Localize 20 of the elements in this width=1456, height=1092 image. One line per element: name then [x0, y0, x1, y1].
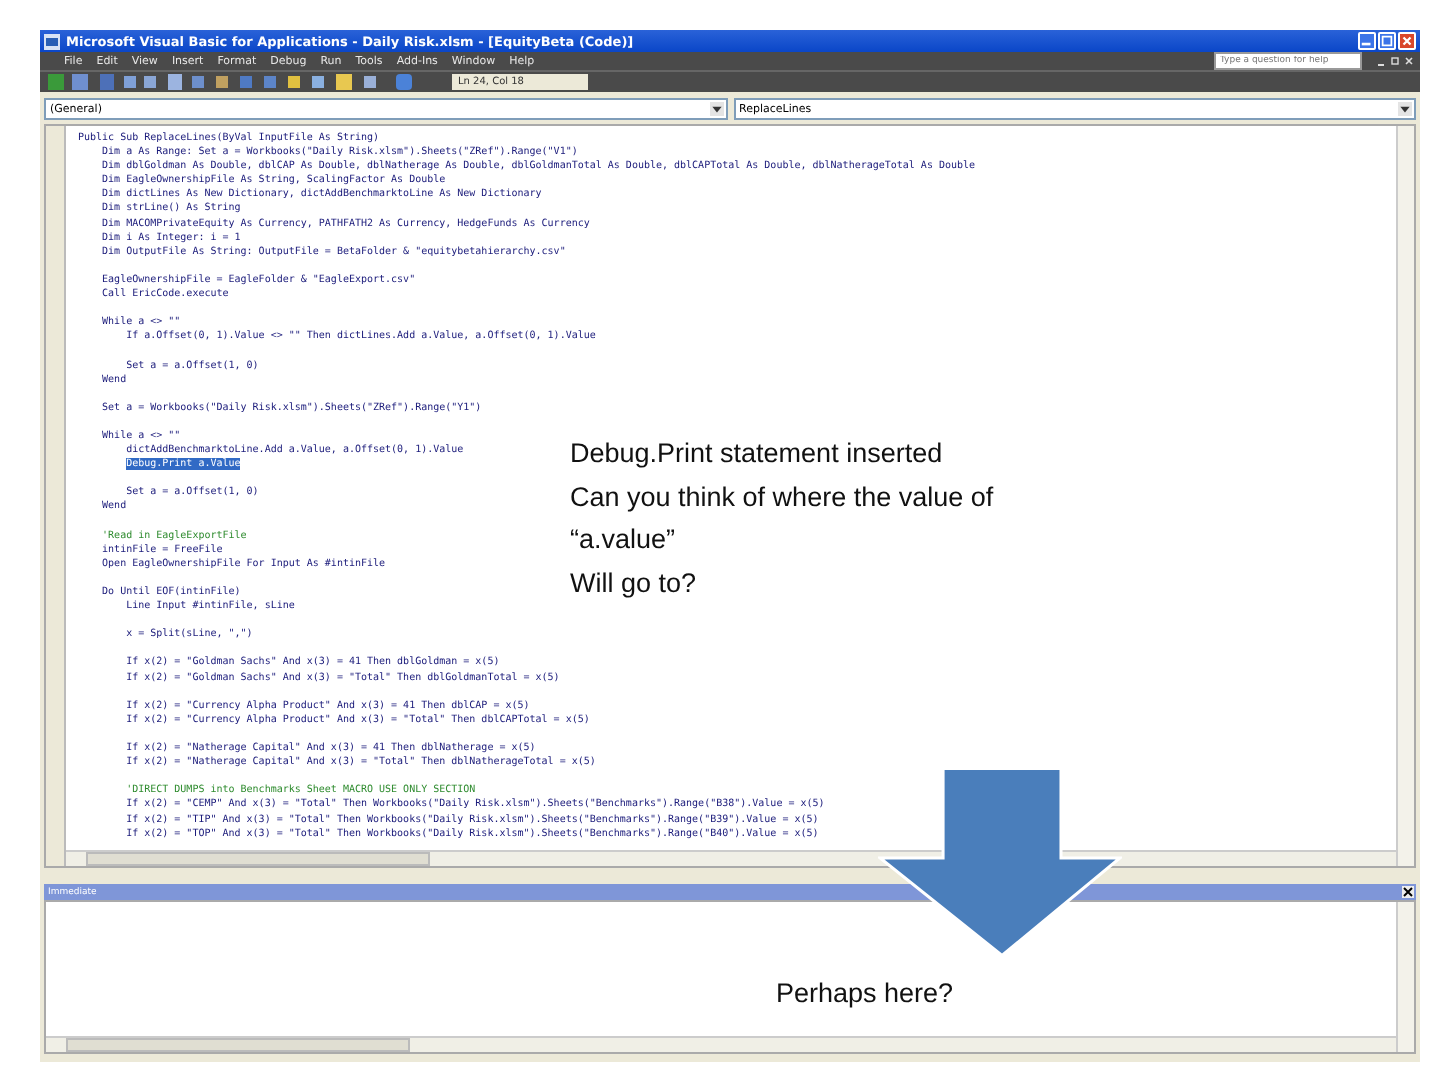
immediate-window[interactable] — [44, 900, 1416, 1054]
document-window-controls-icon — [1376, 55, 1416, 67]
horizontal-scrollbar[interactable] — [46, 1036, 1396, 1052]
dropdown-arrow-icon — [709, 102, 723, 116]
vertical-scrollbar[interactable] — [1396, 902, 1414, 1052]
minimize-button[interactable] — [1358, 32, 1376, 50]
restore-button[interactable] — [1378, 32, 1396, 50]
annotation-text: Can you think of where the value of — [570, 479, 994, 516]
dropdown-arrow-icon — [1398, 102, 1412, 116]
annotation-text: Perhaps here? — [776, 976, 954, 1012]
close-button[interactable] — [1398, 32, 1416, 50]
restore-icon — [1380, 34, 1394, 48]
close-icon[interactable] — [1402, 886, 1414, 898]
annotation-text: “a.value” — [570, 522, 678, 558]
annotation-text: Debug.Print statement inserted — [570, 436, 945, 472]
close-icon — [1400, 34, 1414, 48]
vertical-scrollbar[interactable] — [1396, 126, 1414, 866]
annotation-text: Will go to? — [570, 565, 699, 602]
horizontal-scrollbar[interactable] — [86, 852, 430, 866]
application-icon — [44, 33, 60, 49]
